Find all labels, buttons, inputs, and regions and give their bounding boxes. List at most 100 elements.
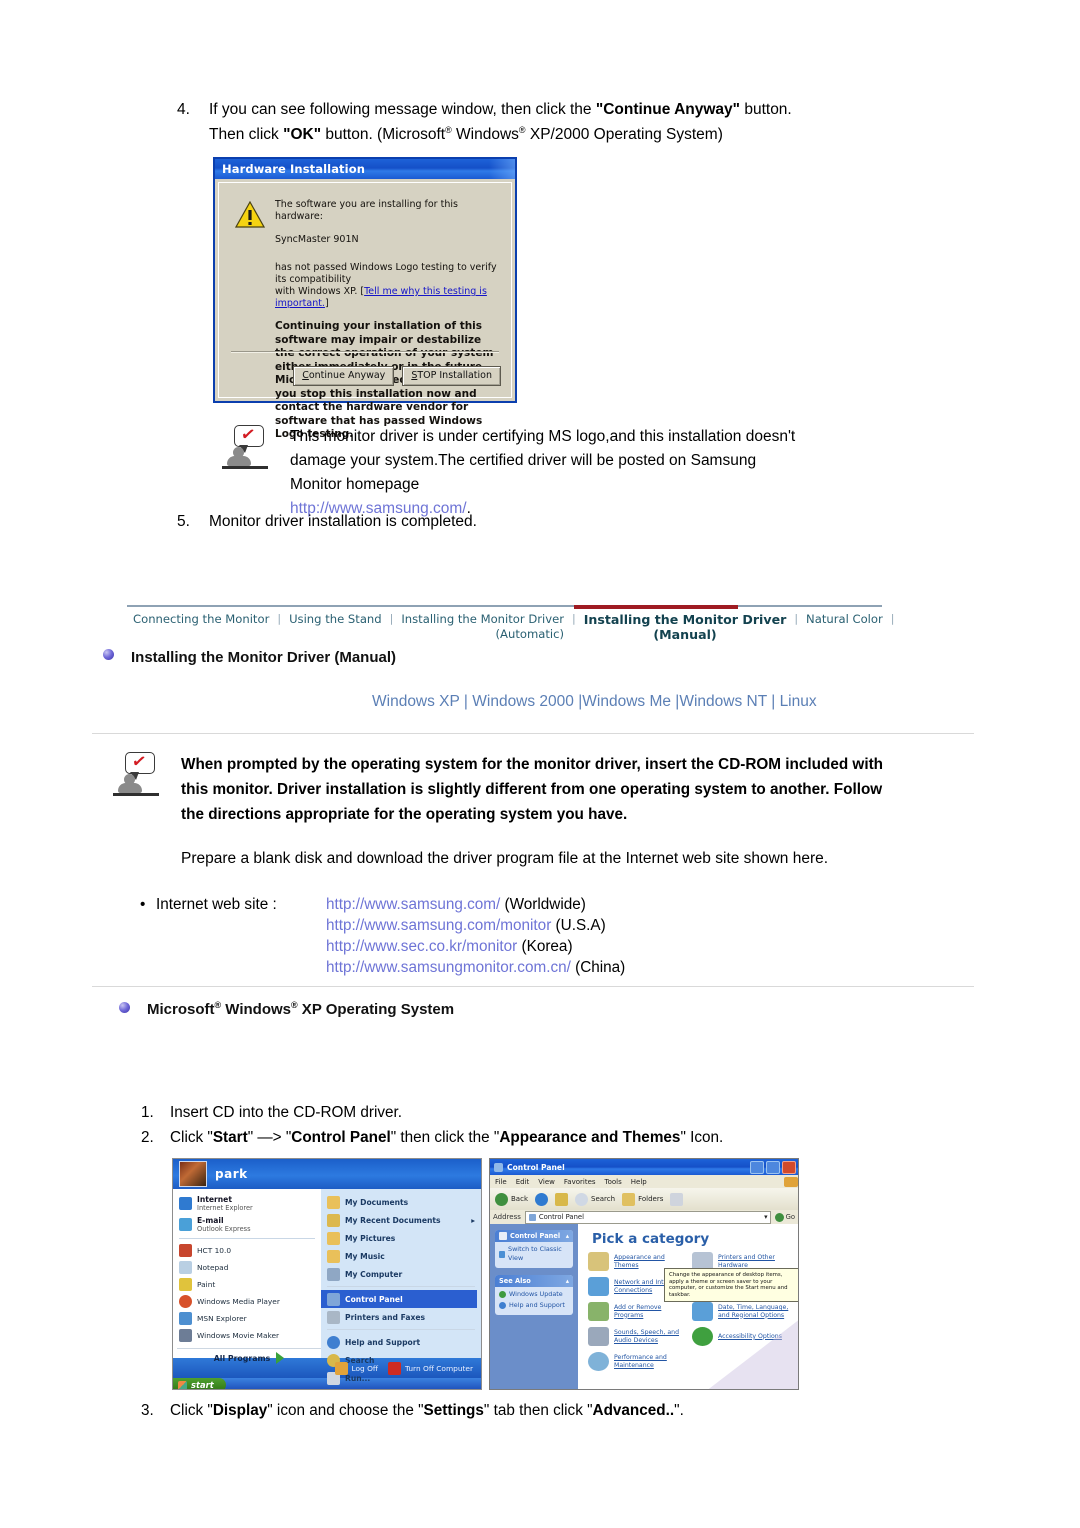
sidebar-link-help-and-support[interactable]: Help and Support	[499, 1301, 569, 1310]
website-link-usa[interactable]: http://www.samsung.com/monitor	[326, 917, 551, 934]
list-item: http://www.samsung.com/monitor (U.S.A)	[326, 917, 606, 934]
windows-update-icon	[499, 1291, 506, 1298]
category-add-or-remove-programs[interactable]: Add or Remove Programs	[588, 1302, 690, 1321]
menu-edit[interactable]: Edit	[516, 1178, 530, 1186]
list-bullet: •	[140, 896, 146, 913]
tab-installing-driver-manual[interactable]: Installing the Monitor Driver (Manual)	[578, 612, 793, 642]
start-menu-item-media-player[interactable]: Windows Media Player	[177, 1293, 321, 1310]
os-link-windows-nt[interactable]: Windows NT	[679, 693, 767, 710]
step-3-instruction: 3. Click "Display" icon and choose the "S…	[141, 1402, 684, 1419]
divider	[92, 986, 974, 987]
menu-view[interactable]: View	[538, 1178, 555, 1186]
tab-installing-driver-automatic[interactable]: Installing the Monitor Driver (Automatic)	[395, 612, 570, 642]
dialog-line-3: has not passed Windows Logo testing to v…	[275, 262, 497, 309]
toolbar-views-button[interactable]	[670, 1192, 684, 1206]
folder-music-icon	[327, 1249, 340, 1263]
start-menu-item-movie-maker[interactable]: Windows Movie Maker	[177, 1327, 321, 1344]
tab-separator: |	[794, 612, 799, 625]
toolbar-search-button[interactable]: Search	[575, 1192, 615, 1206]
appearance-themes-emphasis: Appearance and Themes	[499, 1129, 681, 1146]
start-button[interactable]: start	[173, 1378, 226, 1389]
continue-anyway-button[interactable]: Continue Anyway	[293, 366, 395, 386]
os-link-linux[interactable]: Linux	[780, 693, 817, 710]
forward-arrow-icon	[535, 1192, 548, 1206]
os-section-heading: Microsoft® Windows® XP Operating System	[147, 1000, 455, 1019]
os-link-windows-2000[interactable]: Windows 2000	[472, 693, 574, 710]
start-menu-item-help-and-support[interactable]: Help and Support	[325, 1333, 481, 1351]
switch-view-icon	[499, 1250, 506, 1258]
address-input[interactable]: Control Panel ▾	[524, 1210, 771, 1224]
website-link-korea[interactable]: http://www.sec.co.kr/monitor	[326, 938, 517, 955]
start-menu-item-internet[interactable]: Internet Internet Explorer	[177, 1193, 321, 1214]
go-button[interactable]: Go	[774, 1212, 795, 1222]
toolbar-up-button[interactable]	[555, 1192, 568, 1206]
tab-connecting-the-monitor[interactable]: Connecting the Monitor	[127, 612, 275, 627]
start-menu-item-hct[interactable]: HCT 10.0	[177, 1242, 321, 1259]
start-menu-item-my-computer[interactable]: My Computer	[325, 1265, 481, 1283]
my-computer-icon	[327, 1267, 340, 1281]
category-performance-and-maintenance[interactable]: Performance and Maintenance	[588, 1352, 690, 1371]
collapse-icon[interactable]: ▴	[566, 1232, 569, 1240]
windows-xp-start-menu-screenshot: park Internet Internet Explorer E-mail Out…	[172, 1158, 482, 1390]
start-menu-item-my-music[interactable]: My Music	[325, 1247, 481, 1265]
close-button[interactable]	[782, 1160, 796, 1174]
folders-icon	[622, 1192, 636, 1206]
menu-favorites[interactable]: Favorites	[564, 1178, 596, 1186]
tab-separator: |	[572, 612, 576, 625]
sidebar-link-windows-update[interactable]: Windows Update	[499, 1290, 569, 1299]
maximize-button[interactable]	[766, 1160, 780, 1174]
turn-off-computer-button[interactable]: Turn Off Computer	[387, 1361, 473, 1375]
stop-installation-button[interactable]: STOP Installation	[402, 366, 501, 386]
network-internet-icon	[588, 1277, 609, 1296]
category-sounds-speech-audio[interactable]: Sounds, Speech, and Audio Devices	[588, 1327, 690, 1346]
cp-sidebar-panel-control-panel: Control Panel ▴ Switch to Classic View	[495, 1230, 573, 1268]
appearance-themes-icon	[588, 1252, 609, 1271]
website-link-worldwide[interactable]: http://www.samsung.com/	[326, 896, 500, 913]
website-link-china[interactable]: http://www.samsungmonitor.com.cn/	[326, 959, 571, 976]
start-menu-item-paint[interactable]: Paint	[177, 1276, 321, 1293]
green-arrow-icon	[276, 1352, 285, 1364]
log-off-button[interactable]: Log Off	[334, 1361, 378, 1375]
cp-toolbar: Back Search Folders	[490, 1188, 798, 1210]
start-menu-item-my-documents[interactable]: My Documents	[325, 1193, 481, 1211]
start-menu-item-my-recent-documents[interactable]: My Recent Documents ▸	[325, 1211, 481, 1229]
sounds-audio-icon	[588, 1327, 609, 1346]
os-link-windows-me[interactable]: Windows Me	[582, 693, 671, 710]
dialog-divider	[231, 351, 499, 353]
ok-emphasis: "OK"	[283, 126, 322, 143]
tab-natural-color[interactable]: Natural Color	[800, 612, 889, 627]
os-link-windows-xp[interactable]: Windows XP	[372, 693, 460, 710]
tab-using-the-stand[interactable]: Using the Stand	[283, 612, 388, 627]
start-menu-item-msn-explorer[interactable]: MSN Explorer	[177, 1310, 321, 1327]
start-menu-item-control-panel[interactable]: Control Panel	[321, 1290, 477, 1308]
start-menu-item-printers-and-faxes[interactable]: Printers and Faxes	[325, 1308, 481, 1326]
help-icon	[327, 1335, 340, 1349]
all-programs-button[interactable]: All Programs	[177, 1348, 321, 1364]
folder-documents-icon	[327, 1195, 340, 1209]
menu-help[interactable]: Help	[631, 1178, 647, 1186]
menu-file[interactable]: File	[495, 1178, 507, 1186]
dialog-line-1: The software you are installing for this…	[275, 199, 458, 222]
sidebar-link-switch-to-classic-view[interactable]: Switch to Classic View	[499, 1245, 569, 1263]
paint-icon	[179, 1278, 192, 1291]
note-2-plain-text: Prepare a blank disk and download the dr…	[181, 850, 829, 867]
toolbar-back-button[interactable]: Back	[495, 1192, 528, 1206]
chevron-down-icon[interactable]: ▾	[764, 1213, 769, 1221]
printers-icon	[327, 1310, 340, 1324]
menu-tools[interactable]: Tools	[605, 1178, 622, 1186]
list-item: http://www.samsung.com/ (Worldwide)	[326, 896, 586, 913]
start-menu-item-notepad[interactable]: Notepad	[177, 1259, 321, 1276]
toolbar-forward-button[interactable]	[535, 1192, 548, 1206]
tab-separator: |	[389, 612, 394, 625]
toolbar-folders-button[interactable]: Folders	[622, 1192, 663, 1206]
start-menu-item-email[interactable]: E-mail Outlook Express	[177, 1214, 321, 1235]
collapse-icon[interactable]: ▴	[566, 1277, 569, 1285]
dialog-title-bar: Hardware Installation	[215, 159, 515, 179]
mascot-check-icon: ✓	[113, 751, 163, 800]
step-1-instruction: 1. Insert CD into the CD-ROM driver.	[141, 1104, 403, 1121]
dialog-buttons: Continue Anyway STOP Installation	[293, 366, 501, 386]
start-menu-item-my-pictures[interactable]: My Pictures	[325, 1229, 481, 1247]
minimize-button[interactable]	[750, 1160, 764, 1174]
step-4-number: 4.	[177, 101, 190, 118]
category-date-time-language-regional[interactable]: Date, Time, Language, and Regional Optio…	[692, 1302, 794, 1321]
